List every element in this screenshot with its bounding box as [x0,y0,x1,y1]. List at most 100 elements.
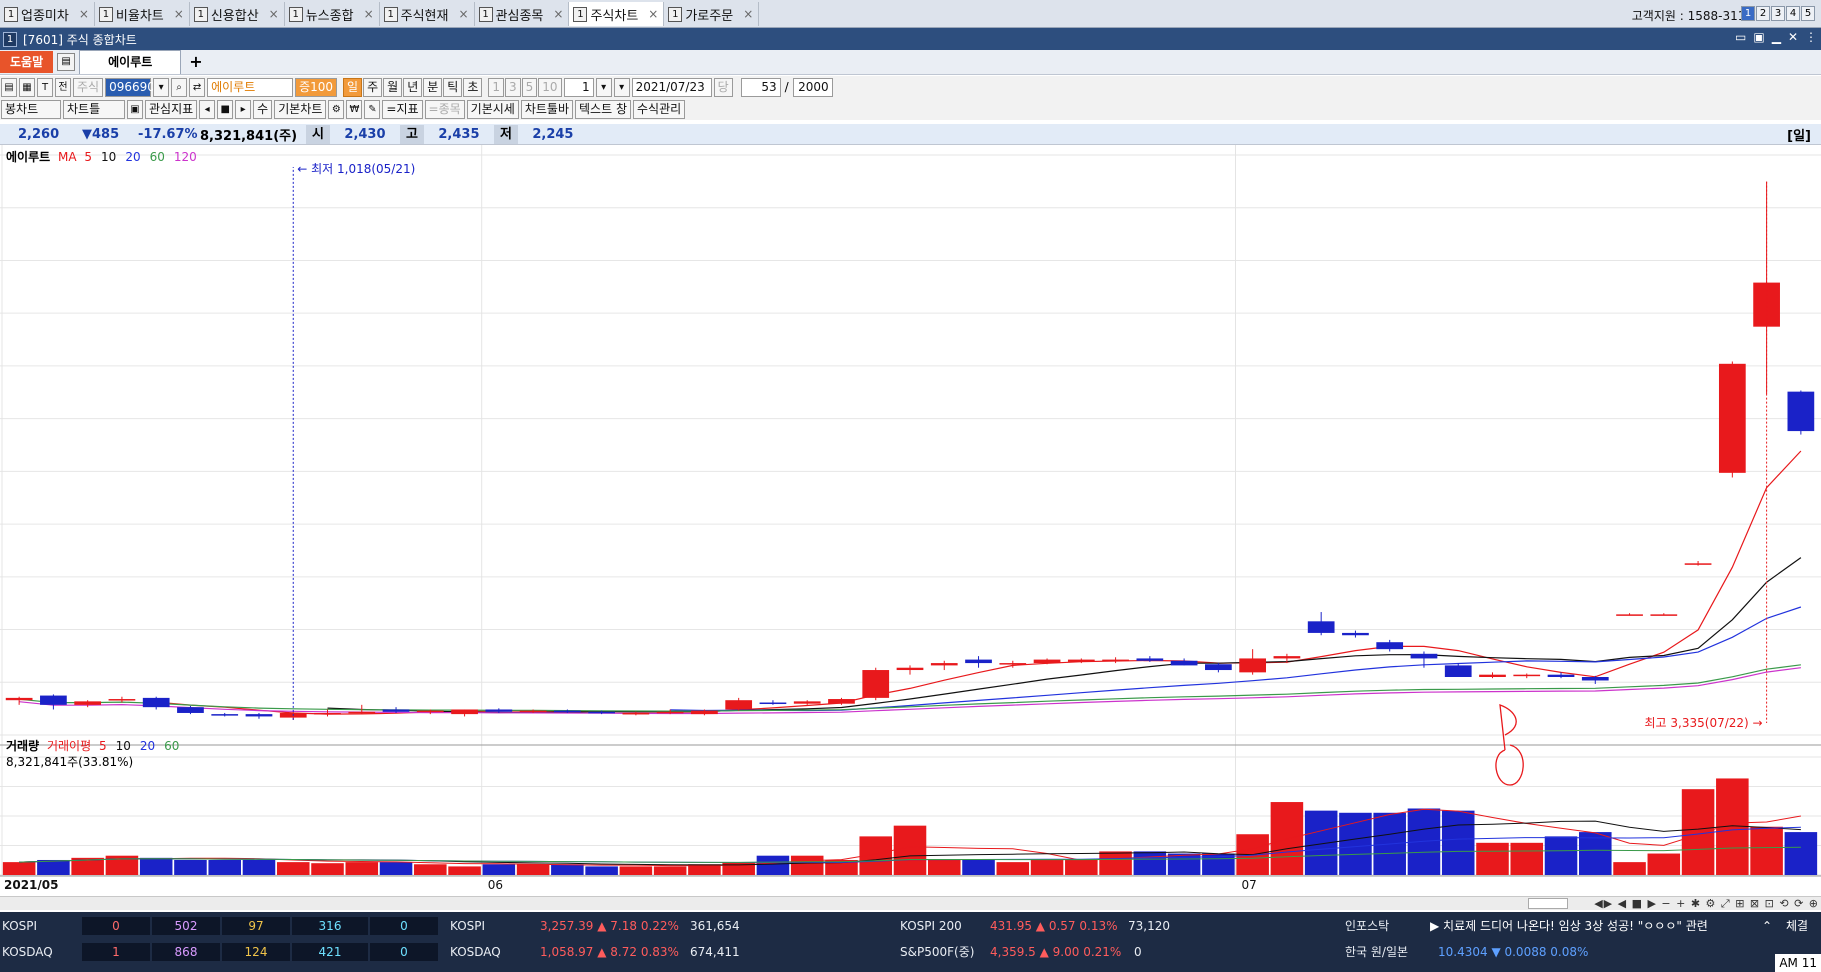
fx-label: 한국 원/일본 [1345,945,1409,959]
ticker-up-icon[interactable]: ⌃ [1762,917,1772,935]
candle-body [1205,664,1232,671]
period-button-0[interactable]: 일 [343,77,363,97]
window-tab-2[interactable]: 1 신용합산 × [190,2,285,26]
window-tab-1[interactable]: 1 비율차트 × [95,2,190,26]
add-tab-button[interactable]: + [189,54,202,70]
code-dropdown-icon[interactable]: ▾ [153,77,170,97]
text-icon[interactable]: T [37,77,53,97]
period-button-6[interactable]: 초 [463,77,483,97]
window-tab-3[interactable]: 1 뉴스종합 × [285,2,380,26]
date-dropdown-icon[interactable]: ▾ [613,77,630,97]
help-button[interactable]: 도움말 [0,51,54,73]
chart-area[interactable]: ← 최저 1,018(05/21) 최고 3,335(07/22) → 2021/0… [0,145,1821,890]
page-button-2[interactable]: 2 [1756,6,1770,21]
candle-chart-select[interactable]: 봉차트 [1,99,61,119]
volume-bar [1784,832,1818,875]
news-source: 인포스탁 [1345,919,1390,933]
page-button-5[interactable]: 5 [1801,6,1815,21]
candle-body [245,714,273,717]
window-tab-6[interactable]: 1 주식차트 × [569,2,665,26]
tab-close-icon[interactable]: × [458,7,468,21]
search-icon[interactable]: ⌕ [171,77,188,97]
tab-close-icon[interactable]: × [79,7,89,21]
interval-button-5[interactable]: 5 [521,77,538,97]
candle-body [793,701,821,704]
nav-prev-icon[interactable]: ◂ [199,99,216,119]
date-input[interactable]: 2021/07/23 [631,77,712,97]
candlestick-chart[interactable]: ← 최저 1,018(05/21) 최고 3,335(07/22) → 2021/0… [0,145,1821,890]
add-stock-button[interactable]: =종목 [424,99,465,119]
tab-close-icon[interactable]: × [648,7,658,21]
chart-scrollbar[interactable]: ◀▶ ◀ ■ ▶ − + ✱ ⚙ ⤢ ⊞ ⊠ ⊡ ⟲ ⟳ ⊕ [0,896,1821,910]
currency-icon[interactable]: ₩ [346,99,363,119]
swap-icon[interactable]: ⇄ [189,77,206,97]
save-icon[interactable]: ▣ [127,99,143,119]
candle-body [656,711,684,714]
kosdaq-upper-limit: 1 [82,943,150,961]
window-tab-0[interactable]: 1 업종미차 × [0,2,95,26]
layout-2-icon[interactable]: ▦ [19,77,35,97]
all-icon[interactable]: 전 [55,77,71,97]
interval-dropdown-icon[interactable]: ▾ [595,77,612,97]
page-button-3[interactable]: 3 [1771,6,1785,21]
interval-button-10[interactable]: 10 [538,77,562,97]
text-window-button[interactable]: 텍스트 창 [575,99,631,119]
interval-button-1[interactable]: 1 [488,77,505,97]
nav-next-icon[interactable]: ▸ [235,99,252,119]
candle-body [74,701,102,705]
period-button-4[interactable]: 분 [423,77,443,97]
total-count-input[interactable]: 2000 [792,77,833,97]
scrollbar-thumb[interactable] [1528,898,1568,909]
settlement-button[interactable]: 체결 [1786,917,1808,935]
chart-nav-controls[interactable]: ◀▶ ◀ ■ ▶ − + ✱ ⚙ ⤢ ⊞ ⊠ ⊡ ⟲ ⟳ ⊕ [1594,897,1819,911]
volume-bar [414,864,447,875]
candle-body [725,700,753,710]
cross-button[interactable]: 수 [253,99,273,119]
chart-frame-select[interactable]: 차트틀 [63,99,125,119]
window-minimize-icon[interactable]: ▁ [1772,30,1781,44]
tool-icon[interactable]: ⚙ [328,99,345,119]
add-indicator-button[interactable]: =지표 [382,99,423,119]
window-close-icon[interactable]: ✕ [1788,30,1798,44]
period-button-3[interactable]: 년 [403,77,423,97]
layout-1-icon[interactable]: ▤ [1,77,17,97]
news-ticker[interactable]: ▶ 치료제 드디어 나온다! 임상 3상 성공! "ㅇㅇㅇ" 관련 [1430,917,1708,935]
screen-icon[interactable]: ▤ [57,53,76,71]
window-menu-icon[interactable]: ⋮ [1805,30,1817,44]
basic-chart-button[interactable]: 기본차트 [274,99,327,119]
tab-close-icon[interactable]: × [269,7,279,21]
nav-stop-icon[interactable]: ■ [217,99,234,119]
window-tab-7[interactable]: 1 가로주문 × [664,2,760,26]
interval-count-input[interactable]: 1 [563,77,594,97]
view-count-input[interactable]: 53 [740,77,781,97]
chart-toolbar-button[interactable]: 차트툴바 [520,99,574,119]
period-button-2[interactable]: 월 [383,77,403,97]
tab-close-icon[interactable]: × [553,7,563,21]
kospi-breadth-label: KOSPI [2,919,38,933]
legend-ma-label: MA [58,150,77,164]
indicator-select[interactable]: 관심지표 [145,99,198,119]
window-tab-5[interactable]: 1 관심종목 × [475,2,570,26]
formula-manager-button[interactable]: 수식관리 [633,99,686,119]
window-tile-icon[interactable]: ▣ [1753,30,1764,44]
market-select[interactable]: 주식 [73,77,104,97]
page-button-4[interactable]: 4 [1786,6,1800,21]
window-restore-icon[interactable]: ▭ [1735,30,1746,44]
tab-close-icon[interactable]: × [743,7,753,21]
chart-toolbar: ▤ ▦ T 전 주식 096690 ▾ ⌕ ⇄ 에이루트 증100 일주월년분틱… [0,76,1821,98]
tab-close-icon[interactable]: × [364,7,374,21]
stock-tab[interactable]: 에이루트 [79,50,182,74]
stock-code-input[interactable]: 096690 [105,77,155,97]
interval-button-3[interactable]: 3 [505,77,521,97]
stock-tab-row: 도움말 ▤ 에이루트 + [0,50,1821,75]
period-button-5[interactable]: 틱 [443,77,463,97]
unit-button[interactable]: 당 [713,77,733,97]
period-button-1[interactable]: 주 [363,77,383,97]
candle-body [1376,642,1404,650]
basic-quote-button[interactable]: 기본시세 [466,99,519,119]
tab-close-icon[interactable]: × [174,7,184,21]
volume-ma-periods: 5 10 20 60 [95,739,184,753]
page-button-1[interactable]: 1 [1741,6,1755,21]
wrench-icon[interactable]: ✎ [364,99,381,119]
window-tab-4[interactable]: 1 주식현재 × [380,2,475,26]
